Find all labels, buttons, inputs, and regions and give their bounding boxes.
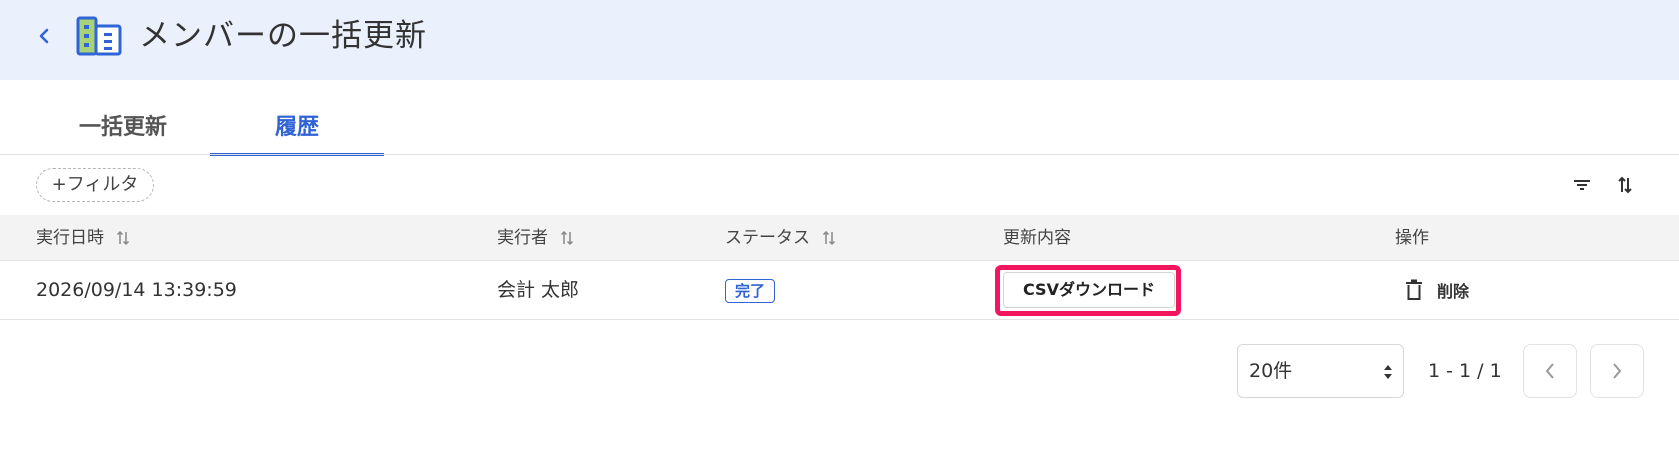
filter-list-button[interactable] bbox=[1569, 172, 1595, 198]
column-executor: 実行者 bbox=[497, 215, 574, 261]
executor-cell: 会計 太郎 bbox=[497, 279, 580, 301]
tab-history[interactable]: 履歴 bbox=[210, 106, 384, 156]
prev-page-button[interactable] bbox=[1523, 344, 1577, 398]
page-header: メンバーの一括更新 bbox=[0, 0, 1679, 80]
sort-icon bbox=[1618, 176, 1632, 194]
sort-arrows-icon[interactable] bbox=[560, 230, 574, 246]
tabs-divider bbox=[0, 154, 1679, 155]
per-page-select[interactable]: 20件 bbox=[1237, 344, 1404, 398]
sort-button[interactable] bbox=[1612, 172, 1638, 198]
column-update-content: 更新内容 bbox=[1003, 215, 1071, 261]
filter-icon bbox=[1574, 180, 1590, 190]
column-label: 操作 bbox=[1395, 228, 1429, 248]
delete-label: 削除 bbox=[1437, 282, 1470, 301]
pagination-range: 1 - 1 / 1 bbox=[1428, 360, 1502, 382]
sort-arrows-icon[interactable] bbox=[822, 230, 836, 246]
tab-bulk-update[interactable]: 一括更新 bbox=[36, 106, 210, 156]
column-label: ステータス bbox=[725, 228, 810, 248]
trash-icon bbox=[1406, 279, 1422, 300]
column-label: 実行者 bbox=[497, 228, 548, 248]
column-label: 更新内容 bbox=[1003, 228, 1071, 248]
column-status: ステータス bbox=[725, 215, 836, 261]
delete-button[interactable]: 削除 bbox=[1405, 275, 1469, 305]
next-page-button[interactable] bbox=[1590, 344, 1644, 398]
page-title: メンバーの一括更新 bbox=[139, 18, 427, 54]
chevron-left-icon bbox=[39, 28, 49, 44]
column-executed-at: 実行日時 bbox=[36, 215, 130, 261]
status-badge: 完了 bbox=[725, 279, 776, 303]
tab-bar: 一括更新 履歴 bbox=[36, 106, 384, 156]
csv-download-button[interactable]: CSVダウンロード bbox=[1003, 272, 1175, 308]
select-arrows-icon bbox=[1384, 365, 1392, 379]
per-page-value: 20件 bbox=[1249, 360, 1293, 382]
table-header: 実行日時 実行者 ステータス 更新内容 操作 bbox=[0, 215, 1679, 261]
column-actions: 操作 bbox=[1395, 215, 1429, 261]
sort-arrows-icon[interactable] bbox=[116, 230, 130, 246]
chevron-right-icon bbox=[1613, 363, 1622, 379]
add-filter-button[interactable]: +フィルタ bbox=[36, 168, 154, 202]
executed-at-cell: 2026/09/14 13:39:59 bbox=[36, 279, 237, 301]
building-icon bbox=[76, 16, 122, 56]
back-button[interactable] bbox=[34, 24, 54, 48]
column-label: 実行日時 bbox=[36, 228, 104, 248]
chevron-left-icon bbox=[1545, 363, 1554, 379]
